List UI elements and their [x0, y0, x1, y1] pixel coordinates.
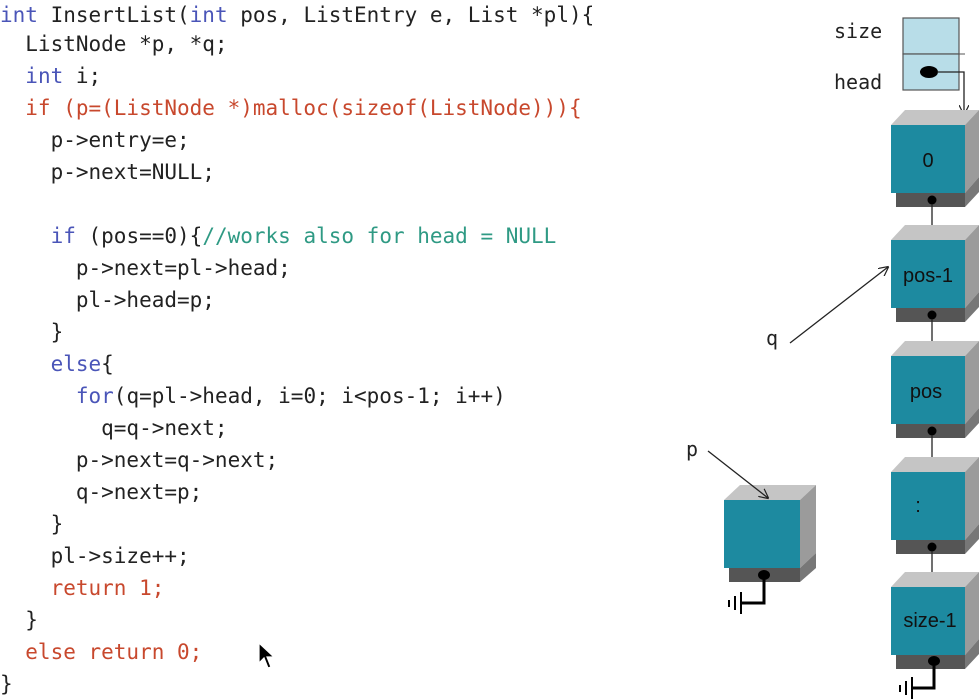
new-node-p: [724, 485, 816, 614]
next-pointer-dot: [927, 310, 937, 320]
node-label: pos-1: [903, 265, 953, 287]
list-node: 0: [891, 110, 979, 236]
list-node: pos: [891, 341, 979, 468]
pointer-q-arrow: [789, 267, 888, 344]
list-header: size head: [834, 17, 965, 114]
mouse-cursor-icon: [258, 642, 276, 669]
node-label: 0: [922, 150, 933, 172]
size-field: [902, 17, 960, 55]
list-node: :: [891, 457, 979, 584]
head-label: head: [834, 70, 882, 94]
null-ground-icon: [899, 677, 913, 699]
size-label: size: [834, 19, 882, 43]
null-ground-icon: [728, 592, 742, 614]
pointer-q-label: q: [766, 326, 778, 350]
list-node: pos-1: [891, 225, 979, 352]
next-pointer-dot: [927, 426, 937, 436]
node-label: pos: [910, 381, 942, 403]
pointer-p-label: p: [686, 437, 698, 461]
next-pointer-dot: [927, 195, 937, 205]
linked-list-diagram: size head 0 pos-1 pos: size-1 q p: [686, 17, 979, 699]
node-label: size-1: [903, 610, 956, 632]
next-pointer-dot: [927, 542, 937, 552]
list-node: size-1: [891, 572, 979, 699]
node-label: :: [915, 495, 921, 517]
head-pointer-dot: [920, 66, 938, 78]
